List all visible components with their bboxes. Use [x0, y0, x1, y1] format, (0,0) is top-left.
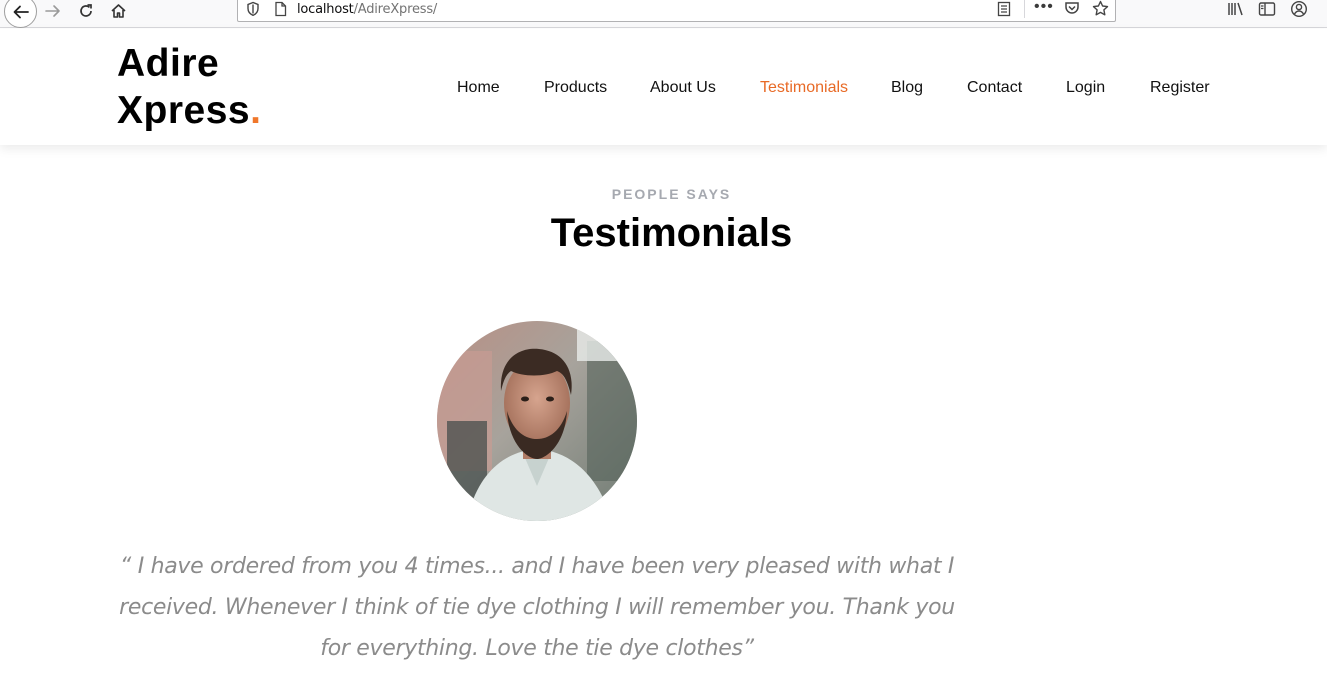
nav-testimonials[interactable]: Testimonials — [760, 79, 848, 97]
url-path: /AdireXpress/ — [353, 2, 438, 17]
nav-contact[interactable]: Contact — [967, 79, 1022, 97]
person-photo — [437, 321, 637, 521]
url-separator — [1024, 0, 1025, 18]
address-bar[interactable]: localhost/AdireXpress/ ••• — [237, 0, 1116, 22]
star-icon[interactable] — [1092, 0, 1109, 22]
url-host: localhost — [297, 2, 354, 17]
sidebar-icon[interactable] — [1258, 1, 1276, 22]
library-icon[interactable] — [1226, 1, 1246, 22]
forward-icon — [45, 5, 60, 17]
main-nav: Home Products About Us Testimonials Blog… — [0, 29, 1327, 145]
nav-about-us[interactable]: About Us — [650, 79, 716, 97]
site-header: Adire Xpress. Home Products About Us Tes… — [0, 29, 1327, 145]
back-button[interactable] — [4, 0, 37, 28]
nav-blog[interactable]: Blog — [891, 79, 923, 97]
section-eyebrow: PEOPLE SAYS — [611, 186, 732, 202]
pocket-icon[interactable] — [1064, 0, 1080, 21]
page-icon[interactable] — [274, 1, 287, 22]
testimonial-quote: “ I have ordered from you 4 times... and… — [119, 554, 955, 661]
reload-button[interactable] — [73, 0, 99, 22]
shield-icon[interactable] — [246, 1, 260, 22]
testimonial-avatar — [437, 321, 637, 521]
reload-icon — [80, 4, 92, 17]
more-icon[interactable]: ••• — [1034, 0, 1054, 16]
back-icon — [13, 5, 29, 18]
forward-button[interactable] — [40, 0, 66, 22]
home-button[interactable] — [105, 0, 131, 22]
browser-toolbar: localhost/AdireXpress/ ••• — [0, 0, 1327, 28]
reader-view-icon[interactable] — [997, 1, 1011, 22]
section-title: Testimonials — [550, 211, 793, 255]
nav-products[interactable]: Products — [544, 79, 607, 97]
nav-home[interactable]: Home — [457, 79, 500, 97]
url-text[interactable]: localhost/AdireXpress/ — [297, 2, 437, 17]
home-icon — [110, 4, 126, 18]
account-icon[interactable] — [1290, 0, 1308, 23]
nav-register[interactable]: Register — [1150, 79, 1210, 97]
nav-login[interactable]: Login — [1066, 79, 1105, 97]
